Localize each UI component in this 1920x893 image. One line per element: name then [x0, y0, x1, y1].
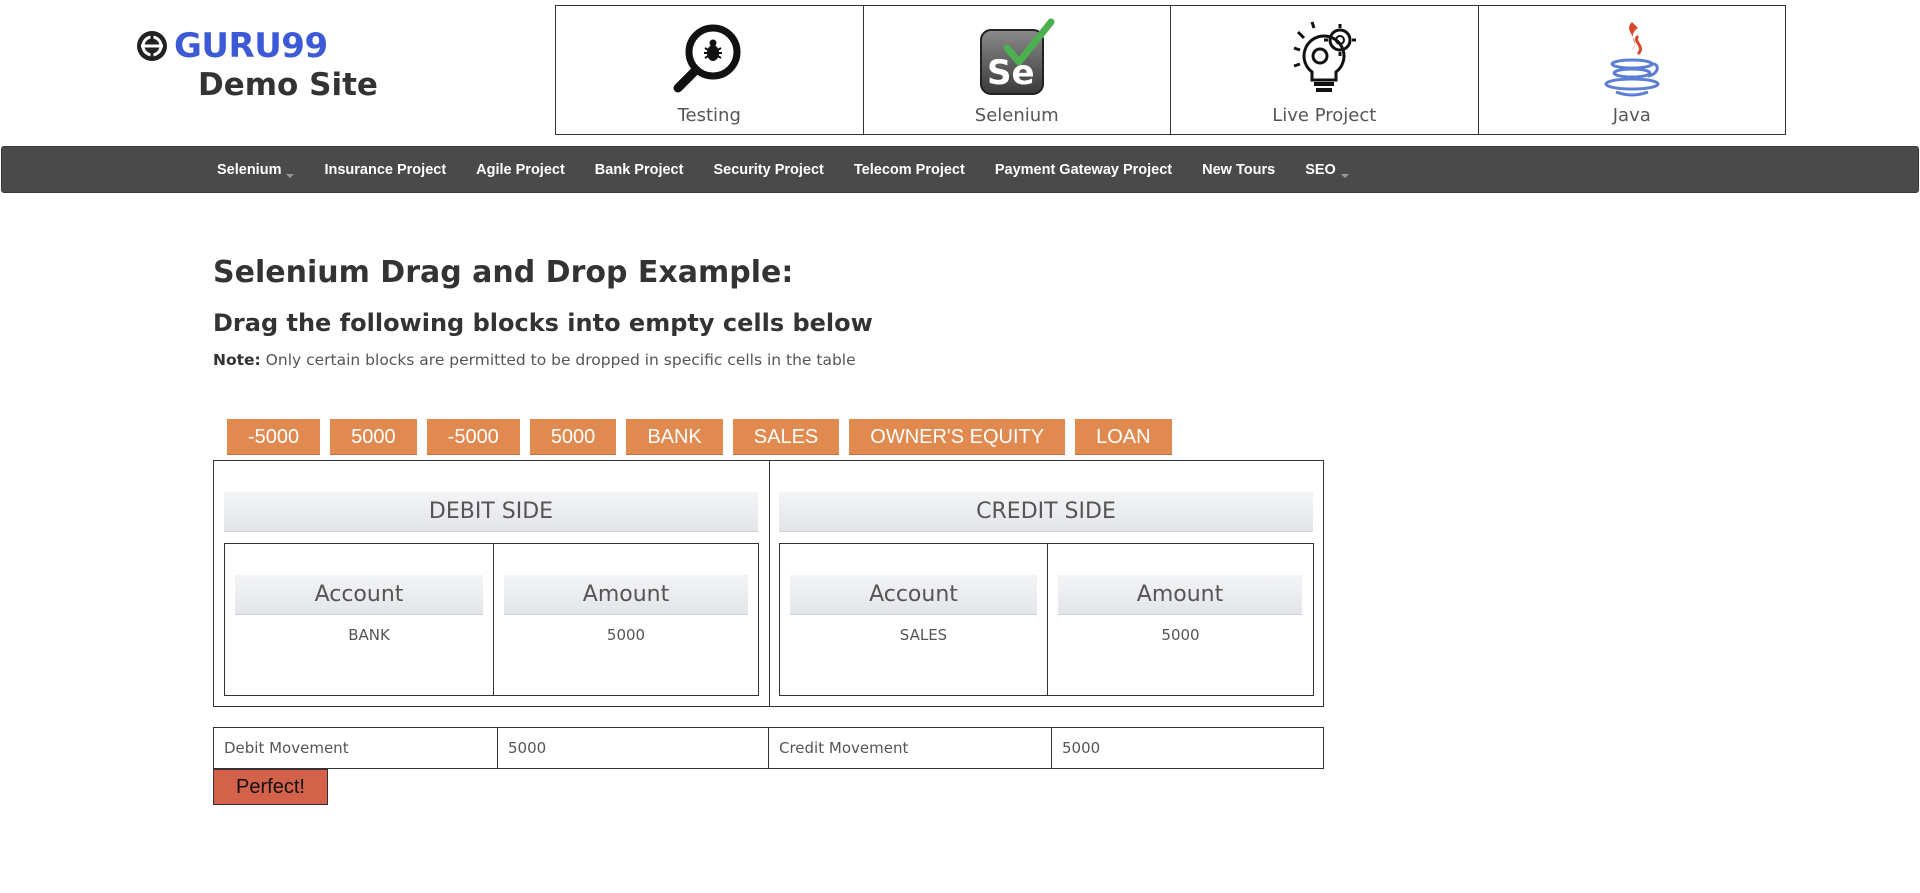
drag-block-5000[interactable]: 5000 [330, 419, 417, 455]
drag-block-minus-5000[interactable]: -5000 [426, 419, 520, 455]
nav-item-seo[interactable]: SEO [1290, 162, 1364, 178]
page-title: Selenium Drag and Drop Example: [213, 255, 794, 290]
page-subtitle: Drag the following blocks into empty cel… [213, 309, 873, 337]
note-body: Only certain blocks are permitted to be … [260, 351, 856, 369]
credit-movement-label: Credit Movement [769, 728, 1052, 768]
category-label: Testing [677, 105, 741, 126]
nav-item-bank-project[interactable]: Bank Project [580, 162, 699, 178]
nav-item-insurance-project[interactable]: Insurance Project [309, 162, 461, 178]
result-perfect-button[interactable]: Perfect! [213, 769, 328, 805]
credit-movement-value: 5000 [1062, 739, 1101, 757]
magnifier-bug-icon [673, 24, 741, 93]
guru99-logo-icon [137, 31, 167, 61]
debit-movement-value: 5000 [498, 728, 769, 768]
caret-down-icon [1340, 173, 1349, 178]
nav-item-label: SEO [1305, 161, 1336, 178]
nav-item-selenium[interactable]: Selenium [202, 162, 309, 178]
category-label: Selenium [974, 105, 1059, 126]
drag-block-owners-equity[interactable]: OWNER'S EQUITY [849, 419, 1066, 455]
category-label: Live Project [1272, 105, 1377, 126]
movement-table: Debit Movement 5000 Credit Movement 5000 [213, 727, 1324, 769]
debit-subtable: Account Amount BANK 5000 [224, 543, 759, 696]
credit-account-header: Account [790, 575, 1037, 615]
main-navbar: Selenium Insurance Project Agile Project… [1, 146, 1919, 193]
category-label: Java [1612, 105, 1651, 126]
debit-amount-header: Amount [504, 575, 748, 615]
selenium-logo-icon: Se [979, 18, 1055, 95]
column-divider [1047, 544, 1048, 695]
column-divider [493, 544, 494, 695]
draggable-blocks: -5000 5000 -5000 5000 BANK SALES OWNER'S… [227, 419, 1182, 455]
nav-item-new-tours[interactable]: New Tours [1187, 162, 1290, 178]
nav-item-telecom-project[interactable]: Telecom Project [839, 162, 980, 178]
drag-block-loan[interactable]: LOAN [1075, 419, 1172, 455]
java-cup-icon [1604, 22, 1660, 97]
category-boxes: Testing Se Selenium Live Project Java [555, 5, 1786, 135]
nav-menu: Selenium Insurance Project Agile Project… [202, 147, 1364, 192]
drag-block-5000[interactable]: 5000 [529, 419, 617, 455]
debit-account-header: Account [235, 575, 483, 615]
note-text: Note: Only certain blocks are permitted … [213, 351, 856, 369]
debit-account-drop-cell[interactable]: BANK [235, 626, 503, 644]
nav-item-agile-project[interactable]: Agile Project [461, 162, 580, 178]
logo-subtitle: Demo Site [198, 67, 378, 103]
credit-side-header: CREDIT SIDE [779, 492, 1313, 532]
drop-table: DEBIT SIDE Account Amount BANK 5000 CRED… [213, 460, 1324, 707]
credit-amount-header: Amount [1058, 575, 1302, 615]
nav-item-payment-gateway-project[interactable]: Payment Gateway Project [980, 162, 1187, 178]
note-label: Note: [213, 351, 261, 369]
nav-item-label: Selenium [217, 161, 282, 178]
lightbulb-gears-icon [1293, 21, 1357, 92]
debit-movement-label: Debit Movement [214, 728, 498, 768]
credit-subtable: Account Amount SALES 5000 [779, 543, 1314, 696]
category-live-project[interactable]: Live Project [1171, 6, 1479, 134]
nav-item-security-project[interactable]: Security Project [698, 162, 838, 178]
drag-block-sales[interactable]: SALES [732, 419, 840, 455]
svg-text:Se: Se [987, 53, 1035, 93]
logo-brand-text: GURU99 [174, 26, 328, 66]
drag-block-bank[interactable]: BANK [626, 419, 723, 455]
category-selenium[interactable]: Se Selenium [864, 6, 1171, 134]
category-java[interactable]: Java [1479, 6, 1786, 134]
caret-down-icon [286, 173, 295, 178]
table-divider [769, 461, 770, 706]
credit-account-drop-cell[interactable]: SALES [790, 626, 1057, 644]
site-logo[interactable]: GURU99 Demo Site [136, 26, 396, 106]
category-testing[interactable]: Testing [556, 6, 864, 134]
drag-block-minus-5000[interactable]: -5000 [227, 419, 321, 455]
debit-amount-drop-cell[interactable]: 5000 [494, 626, 758, 644]
debit-side-header: DEBIT SIDE [224, 492, 758, 532]
credit-amount-drop-cell[interactable]: 5000 [1048, 626, 1313, 644]
